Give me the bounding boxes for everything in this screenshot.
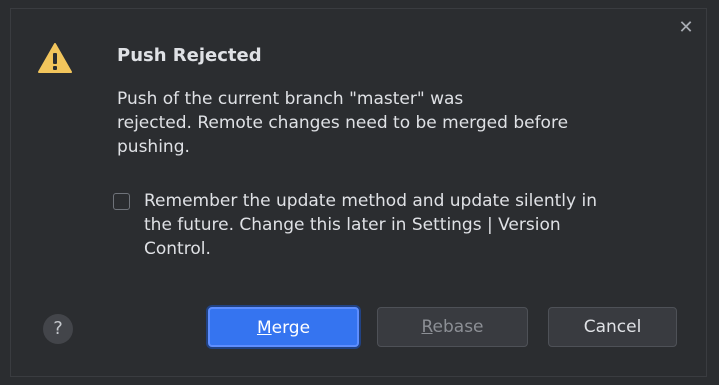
checkbox-label[interactable]: Remember the update method and update si… [144, 189, 688, 261]
help-button[interactable]: ? [43, 314, 73, 344]
message-line: rejected. Remote changes need to be merg… [117, 113, 569, 133]
message-line: Push of the current branch "master" was [117, 89, 464, 109]
dialog-message: Push of the current branch "master" was … [117, 87, 677, 159]
warning-triangle-icon [38, 43, 72, 73]
checkbox-label-line: Remember the update method and update si… [144, 191, 597, 211]
merge-label-rest: erge [271, 318, 311, 338]
checkbox-label-line: the future. Change this later in Setting… [144, 215, 561, 235]
rebase-mnemonic: R [421, 317, 433, 337]
close-icon[interactable]: ✕ [678, 19, 694, 37]
rebase-button[interactable]: Rebase [377, 307, 528, 347]
cancel-button[interactable]: Cancel [548, 307, 677, 347]
message-line: pushing. [117, 137, 190, 157]
merge-button[interactable]: Merge [208, 307, 359, 347]
checkbox-label-line: Control. [144, 239, 211, 259]
merge-mnemonic: M [256, 318, 272, 338]
dialog-title: Push Rejected [117, 45, 262, 66]
remember-update-method-checkbox[interactable] [113, 193, 130, 210]
rebase-label-rest: ebase [432, 317, 484, 337]
remember-update-method-option[interactable]: Remember the update method and update si… [113, 189, 688, 261]
